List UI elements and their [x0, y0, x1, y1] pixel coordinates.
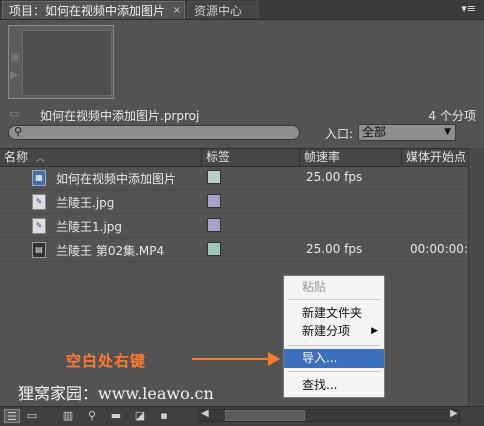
annotation-arrow-line — [192, 358, 270, 360]
column-media-start-label: 媒体开始点 — [406, 150, 467, 164]
sort-up-icon: ︿ — [36, 154, 46, 164]
column-fps[interactable]: 帧速率 — [300, 149, 402, 166]
arrow-right-icon — [268, 352, 280, 366]
menu-separator — [288, 371, 380, 372]
row-fps: 25.00 fps — [306, 170, 363, 184]
column-name-label: 名称 — [4, 150, 29, 164]
project-name: 如何在视频中添加图片.prproj — [40, 109, 200, 123]
poster-frame-icon[interactable]: ▣ ▶ — [10, 48, 22, 88]
vertical-scrollbar[interactable] — [468, 148, 484, 406]
in-point-label: 入口: — [325, 127, 354, 141]
label-swatch[interactable] — [207, 218, 221, 232]
menu-item-new-bin[interactable]: 新建文件夹 — [284, 304, 384, 323]
menu-item-import[interactable]: 导入... — [284, 349, 384, 368]
preview-frame — [22, 30, 112, 96]
horizontal-scroll-thumb[interactable] — [225, 410, 305, 421]
menu-item-new-item[interactable]: 新建分项 ▶ — [284, 322, 384, 341]
row-name: 兰陵王.jpg — [56, 196, 115, 210]
new-item-icon[interactable]: ◪ — [132, 409, 148, 423]
list-view-icon[interactable]: ☰ — [4, 409, 20, 423]
scroll-right-icon[interactable]: ▶ — [450, 408, 458, 419]
table-row[interactable]: ✎ 兰陵王1.jpg — [0, 214, 468, 238]
label-swatch[interactable] — [207, 170, 221, 184]
tab-project[interactable]: 项目：如何在视频中添加图片 × — [2, 1, 185, 19]
find-icon[interactable]: ⚲ — [84, 409, 100, 423]
chevron-right-icon: ▶ — [371, 326, 378, 336]
menu-item-find[interactable]: 查找... — [284, 376, 384, 395]
new-bin-icon[interactable]: ▬ — [108, 409, 124, 423]
context-menu: 粘贴 新建文件夹 新建分项 ▶ 导入... 查找... — [283, 275, 385, 398]
column-label-label: 标签 — [206, 150, 231, 164]
folder-icon: ▭ — [9, 107, 20, 120]
row-fps: 25.00 fps — [306, 242, 363, 256]
column-name[interactable]: 名称 ︿ — [0, 149, 202, 166]
menu-separator — [288, 345, 380, 346]
search-input[interactable]: ⚲ — [8, 125, 300, 140]
tab-resource-center-label: 资源中心 — [194, 4, 243, 18]
panel-menu-icon[interactable]: ▾≡ — [461, 2, 476, 15]
menu-separator — [288, 299, 380, 300]
tab-resource-center[interactable]: 资源中心 — [187, 1, 259, 19]
in-point-value: 全部 — [362, 125, 387, 139]
column-label[interactable]: 标签 — [202, 149, 300, 166]
sequence-icon: ▦ — [32, 170, 46, 186]
menu-item-new-item-label: 新建分项 — [302, 324, 351, 338]
column-fps-label: 帧速率 — [304, 150, 341, 164]
row-name: 兰陵王1.jpg — [56, 220, 123, 234]
table-row[interactable]: ▦ 如何在视频中添加图片 25.00 fps — [0, 166, 468, 190]
icon-view-icon[interactable]: ▭ — [24, 409, 40, 423]
close-icon[interactable]: × — [173, 2, 181, 20]
row-name: 兰陵王 第02集.MP4 — [56, 244, 165, 258]
column-header: 名称 ︿ 标签 帧速率 媒体开始点 — [0, 148, 468, 167]
table-row[interactable]: ▤ 兰陵王 第02集.MP4 25.00 fps 00:00:00:0 — [0, 238, 468, 262]
column-media-start[interactable]: 媒体开始点 — [402, 149, 468, 166]
table-row[interactable]: ✎ 兰陵王.jpg — [0, 190, 468, 214]
image-file-icon: ✎ — [32, 194, 46, 210]
video-file-icon: ▤ — [32, 242, 46, 258]
row-media-start: 00:00:00:0 — [410, 242, 468, 256]
watermark: 狸窝家园：www.leawo.cn — [18, 384, 214, 403]
in-point-select[interactable]: 全部 ▼ — [358, 124, 456, 141]
row-name: 如何在视频中添加图片 — [56, 172, 177, 186]
menu-item-paste[interactable]: 粘贴 — [284, 278, 384, 297]
search-icon: ⚲ — [14, 125, 23, 138]
image-file-icon: ✎ — [32, 218, 46, 234]
chevron-down-icon: ▼ — [444, 127, 451, 137]
automate-to-sequence-icon[interactable]: ▥ — [60, 409, 76, 423]
annotation-text: 空白处右键 — [66, 352, 147, 370]
panel-tab-bar: 项目：如何在视频中添加图片 × 资源中心 ▾≡ — [0, 0, 484, 20]
scroll-left-icon[interactable]: ◀ — [201, 408, 209, 419]
tab-project-label: 项目：如何在视频中添加图片 — [9, 4, 166, 18]
trash-icon[interactable]: ▪ — [156, 409, 172, 423]
item-count: 4 个分项 — [428, 109, 476, 123]
label-swatch[interactable] — [207, 242, 221, 256]
label-swatch[interactable] — [207, 194, 221, 208]
